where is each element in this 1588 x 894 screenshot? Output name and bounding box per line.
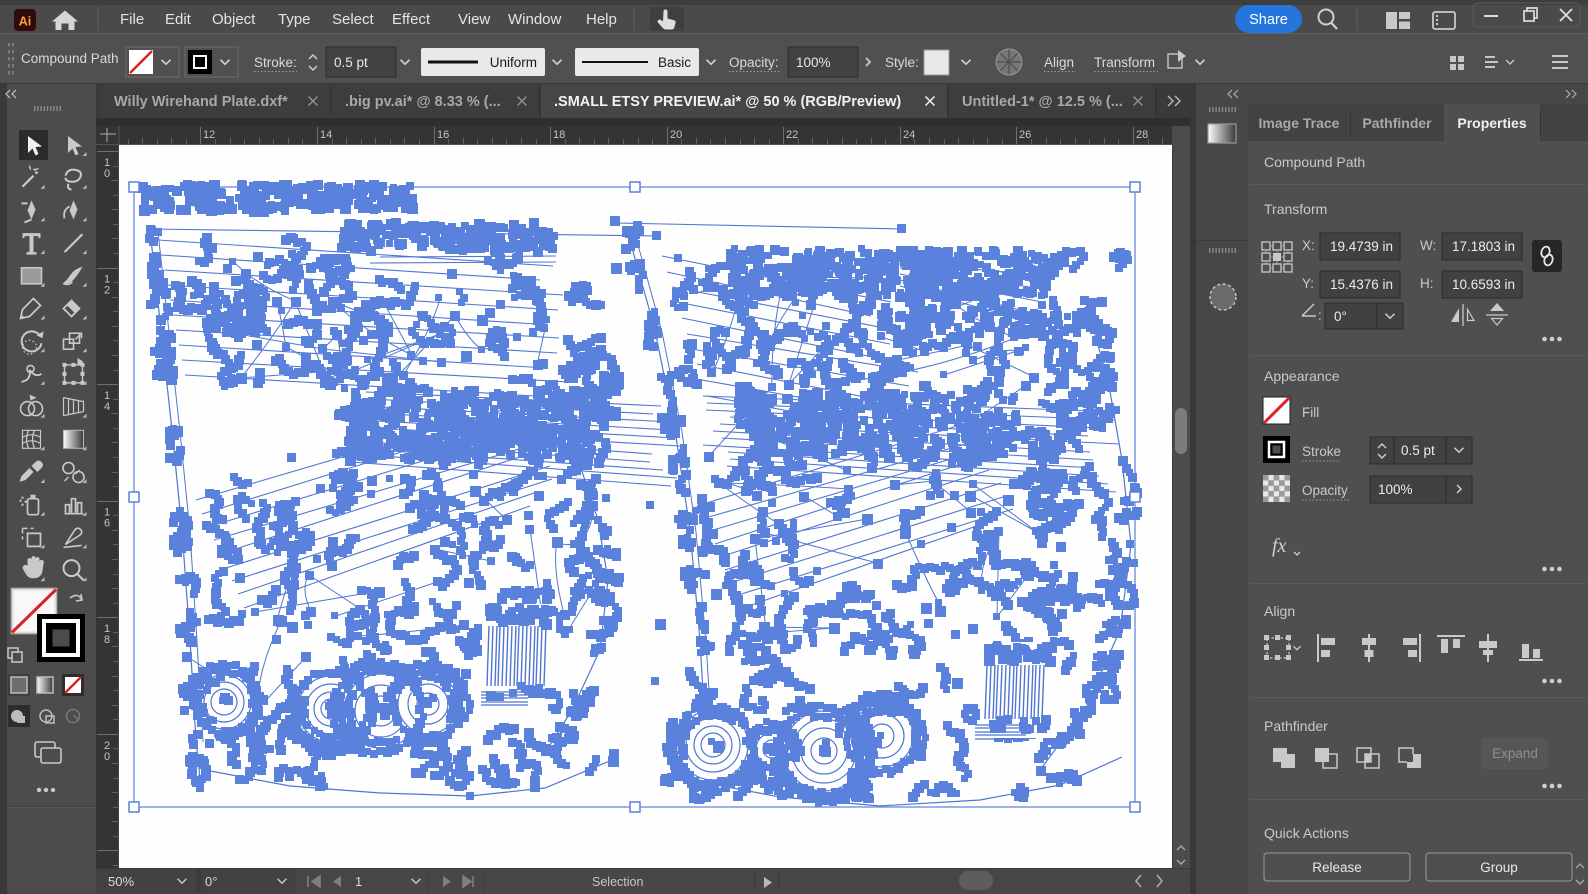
svg-text:20: 20 bbox=[670, 129, 682, 141]
svg-text:100%: 100% bbox=[796, 55, 831, 70]
svg-text:Ai: Ai bbox=[19, 15, 32, 29]
svg-text:0°: 0° bbox=[205, 874, 217, 889]
svg-text:Style:: Style: bbox=[885, 55, 919, 70]
svg-text:X:: X: bbox=[1302, 238, 1315, 253]
svg-text:Selection: Selection bbox=[592, 875, 643, 889]
svg-text:Align: Align bbox=[1264, 603, 1295, 619]
svg-text:1: 1 bbox=[355, 874, 362, 889]
svg-text:Help: Help bbox=[586, 11, 617, 28]
svg-text:Appearance: Appearance bbox=[1264, 368, 1340, 384]
svg-text:Window: Window bbox=[508, 11, 562, 28]
svg-text:0.5 pt: 0.5 pt bbox=[334, 55, 368, 70]
svg-text:14: 14 bbox=[320, 129, 332, 141]
svg-text:0: 0 bbox=[104, 751, 110, 763]
svg-text:4: 4 bbox=[104, 401, 110, 413]
svg-text:Willy Wirehand Plate.dxf*: Willy Wirehand Plate.dxf* bbox=[114, 94, 288, 110]
svg-text:Uniform: Uniform bbox=[490, 55, 537, 70]
svg-text:Opacity:: Opacity: bbox=[729, 55, 779, 70]
svg-text:2: 2 bbox=[104, 285, 110, 297]
svg-text:Edit: Edit bbox=[165, 11, 192, 28]
svg-text::: : bbox=[1318, 308, 1322, 323]
svg-text:Group: Group bbox=[1480, 860, 1518, 875]
svg-text:22: 22 bbox=[786, 129, 798, 141]
svg-text:28: 28 bbox=[1136, 129, 1148, 141]
svg-text:Compound Path: Compound Path bbox=[21, 51, 119, 66]
svg-text:26: 26 bbox=[1019, 129, 1031, 141]
svg-text:8: 8 bbox=[104, 634, 110, 646]
svg-text:Transform: Transform bbox=[1264, 201, 1327, 217]
svg-text:0°: 0° bbox=[1334, 309, 1347, 324]
svg-text:Align: Align bbox=[1044, 55, 1074, 70]
svg-text:Effect: Effect bbox=[392, 11, 431, 28]
svg-text:0: 0 bbox=[104, 168, 110, 180]
svg-text:Stroke: Stroke bbox=[1302, 444, 1341, 459]
svg-text:Y:: Y: bbox=[1302, 276, 1314, 291]
svg-text:Release: Release bbox=[1312, 860, 1362, 875]
svg-text:.SMALL ETSY PREVIEW.ai* @ 50 %: .SMALL ETSY PREVIEW.ai* @ 50 % (RGB/Prev… bbox=[554, 94, 901, 110]
svg-text:fx: fx bbox=[1272, 535, 1287, 557]
svg-text:Stroke:: Stroke: bbox=[254, 55, 297, 70]
svg-text:16: 16 bbox=[437, 129, 449, 141]
svg-text:100%: 100% bbox=[1378, 482, 1413, 497]
svg-text:Share: Share bbox=[1249, 12, 1288, 28]
svg-text:15.4376 in: 15.4376 in bbox=[1330, 277, 1393, 292]
svg-text:Image Trace: Image Trace bbox=[1259, 115, 1340, 131]
svg-text:Type: Type bbox=[278, 11, 311, 28]
svg-text:W:: W: bbox=[1420, 238, 1436, 253]
svg-text:6: 6 bbox=[104, 518, 110, 530]
svg-text:10.6593 in: 10.6593 in bbox=[1452, 277, 1515, 292]
svg-text:Fill: Fill bbox=[1302, 405, 1319, 420]
svg-text:18: 18 bbox=[553, 129, 565, 141]
svg-text:Pathfinder: Pathfinder bbox=[1362, 115, 1432, 131]
svg-text:View: View bbox=[458, 11, 490, 28]
svg-text:0.5 pt: 0.5 pt bbox=[1401, 443, 1435, 458]
svg-text:24: 24 bbox=[903, 129, 915, 141]
svg-text:Transform: Transform bbox=[1094, 55, 1155, 70]
svg-text:12: 12 bbox=[203, 129, 215, 141]
svg-text:.big pv.ai* @ 8.33 % (...: .big pv.ai* @ 8.33 % (... bbox=[345, 94, 501, 110]
svg-text:Properties: Properties bbox=[1457, 115, 1526, 131]
svg-text:Pathfinder: Pathfinder bbox=[1264, 718, 1328, 734]
svg-text:Expand: Expand bbox=[1492, 746, 1538, 761]
svg-text:Compound Path: Compound Path bbox=[1264, 154, 1365, 170]
svg-text:19.4739 in: 19.4739 in bbox=[1330, 239, 1393, 254]
svg-text:File: File bbox=[120, 11, 144, 28]
svg-text:Select: Select bbox=[332, 11, 375, 28]
svg-text:Basic: Basic bbox=[658, 55, 691, 70]
svg-text:Opacity: Opacity bbox=[1302, 483, 1348, 498]
svg-text:Untitled-1* @ 12.5 % (...: Untitled-1* @ 12.5 % (... bbox=[962, 94, 1123, 110]
svg-text:17.1803 in: 17.1803 in bbox=[1452, 239, 1515, 254]
svg-text:Object: Object bbox=[212, 11, 256, 28]
svg-text:Quick Actions: Quick Actions bbox=[1264, 825, 1349, 841]
svg-text:50%: 50% bbox=[108, 874, 134, 889]
svg-text:H:: H: bbox=[1420, 276, 1434, 291]
